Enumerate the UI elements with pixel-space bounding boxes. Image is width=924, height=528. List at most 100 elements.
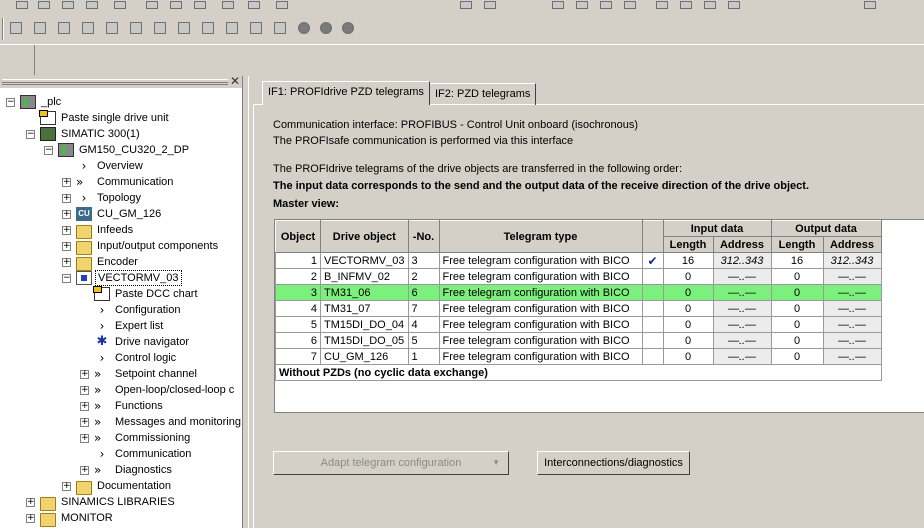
cell-telegram-type[interactable]: Free telegram configuration with BICO [438,348,643,365]
expand-icon[interactable]: + [80,434,89,443]
cell-telegram-type[interactable]: Free telegram configuration with BICO [438,300,643,317]
toolbar-button-icon[interactable] [142,0,162,10]
tree-item[interactable]: › Overview [0,158,242,174]
table-row[interactable]: 1 VECTORMV_03 3 Free telegram configuration… [275,252,882,269]
table-row[interactable]: 4 TM31_07 7 Free telegram configuration wit… [275,300,882,317]
collapse-icon[interactable]: − [62,274,71,283]
toolbar-button-icon[interactable] [244,0,264,10]
toolbar-button-icon[interactable] [596,0,616,10]
cell-telegram-type[interactable]: Free telegram configuration with BICO [438,268,643,285]
expand-icon[interactable]: + [62,194,71,203]
tree-item[interactable]: + Infeeds [0,222,242,239]
cell-input-length[interactable]: 0 [662,348,714,365]
toolbar-button-icon[interactable] [652,0,672,10]
expand-icon[interactable]: + [80,370,89,379]
tree-item[interactable]: + MONITOR [0,510,242,527]
cell-output-length[interactable]: 16 [770,252,824,269]
collapse-icon[interactable]: − [6,98,15,107]
toolbar-button-icon[interactable] [272,0,292,10]
expand-icon[interactable]: + [62,226,71,235]
toolbar-button-icon[interactable] [218,0,238,10]
cell-input-length[interactable]: 0 [662,332,714,349]
tree-item[interactable]: + SINAMICS LIBRARIES [0,494,242,511]
toolbar-button-icon[interactable] [102,18,122,38]
tree-item[interactable]: + » Messages and monitoring [0,414,242,430]
table-row[interactable]: 7 CU_GM_126 1 Free telegram configuration w… [275,348,882,365]
toolbar-button-icon[interactable] [620,0,640,10]
cell-telegram-type[interactable]: Free telegram configuration with BICO [438,252,643,269]
toolbar-button-icon[interactable] [58,0,78,10]
tree-item[interactable]: − GM150_CU320_2_DP [0,142,242,158]
toolbar-button-icon[interactable] [700,0,720,10]
toolbar-button-icon[interactable] [480,0,500,10]
tree-item[interactable]: − VECTORMV_03 [0,270,242,286]
toolbar-button-icon[interactable] [860,0,880,10]
tree-item[interactable]: + » Commissioning [0,430,242,446]
tree-item[interactable]: + Input/output components [0,238,242,255]
tree-item[interactable]: Paste DCC chart [0,286,242,302]
cell-output-length[interactable]: 0 [770,348,824,365]
toolbar-button-icon[interactable] [82,0,102,10]
toolbar-button-icon[interactable] [34,0,54,10]
toolbar-button-icon[interactable] [126,18,146,38]
expand-icon[interactable]: + [80,386,89,395]
expand-icon[interactable]: + [62,210,71,219]
no-pzd-row[interactable]: Without PZDs (no cyclic data exchange) [275,364,882,381]
table-row[interactable]: 6 TM15DI_DO_05 5 Free telegram configuratio… [275,332,882,349]
toolbar-button-icon[interactable] [174,18,194,38]
tree-item[interactable]: Paste single drive unit [0,110,242,126]
toolbar-button-icon[interactable] [246,18,266,38]
tree-item[interactable]: + Documentation [0,478,242,495]
cell-input-length[interactable]: 0 [662,300,714,317]
cell-telegram-type[interactable]: Free telegram configuration with BICO [438,316,643,333]
toolbar-button-icon[interactable] [456,0,476,10]
expand-icon[interactable]: + [80,402,89,411]
toolbar-button-icon[interactable] [572,0,592,10]
toolbar-button-icon[interactable] [316,18,336,38]
cell-input-length[interactable]: 0 [662,268,714,285]
expand-icon[interactable]: + [80,466,89,475]
toolbar-button-icon[interactable] [150,18,170,38]
expand-icon[interactable]: + [62,242,71,251]
tree-item[interactable]: + CU CU_GM_126 [0,206,242,222]
tree-item[interactable]: − _plc [0,94,242,110]
table-row[interactable]: 5 TM15DI_DO_04 4 Free telegram configuratio… [275,316,882,333]
expand-icon[interactable]: + [26,498,35,507]
collapse-icon[interactable]: − [26,130,35,139]
toolbar-button-icon[interactable] [12,0,32,10]
toolbar-button-icon[interactable] [270,18,290,38]
interconnections-diagnostics-button[interactable]: Interconnections/diagnostics [537,451,690,475]
toolbar-button-icon[interactable] [54,18,74,38]
cell-telegram-type[interactable]: Free telegram configuration with BICO [438,332,643,349]
cell-telegram-type[interactable]: Free telegram configuration with BICO [438,284,643,301]
expand-icon[interactable]: + [62,178,71,187]
expand-icon[interactable]: + [26,514,35,523]
cell-output-length[interactable]: 0 [770,332,824,349]
toolbar-button-icon[interactable] [166,0,186,10]
tree-item[interactable]: › Communication [0,446,242,462]
cell-output-length[interactable]: 0 [770,300,824,317]
tree-item[interactable]: + » Setpoint channel [0,366,242,382]
tree-item[interactable]: + » Communication [0,174,242,190]
toolbar-button-icon[interactable] [724,0,744,10]
tree-item[interactable]: + » Open-loop/closed-loop c [0,382,242,398]
tree-item[interactable]: + Encoder [0,254,242,271]
toolbar-button-icon[interactable] [676,0,696,10]
table-row[interactable]: 3 TM31_06 6 Free telegram configuration wit… [275,284,882,301]
tree-item[interactable]: › Control logic [0,350,242,366]
cell-output-length[interactable]: 0 [770,268,824,285]
toolbar-button-icon[interactable] [198,18,218,38]
collapse-icon[interactable]: − [44,146,53,155]
toolbar-button-icon[interactable] [294,18,314,38]
cell-input-length[interactable]: 0 [662,284,714,301]
toolbar-button-icon[interactable] [6,18,26,38]
close-icon[interactable]: ✕ [230,76,240,88]
tree-item[interactable]: + › Topology [0,190,242,206]
cell-input-length[interactable]: 0 [662,316,714,333]
toolbar-button-icon[interactable] [78,18,98,38]
toolbar-button-icon[interactable] [30,18,50,38]
tree-item[interactable]: − SIMATIC 300(1) [0,126,242,142]
cell-output-length[interactable]: 0 [770,284,824,301]
toolbar-button-icon[interactable] [110,0,130,10]
toolbar-button-icon[interactable] [190,0,210,10]
